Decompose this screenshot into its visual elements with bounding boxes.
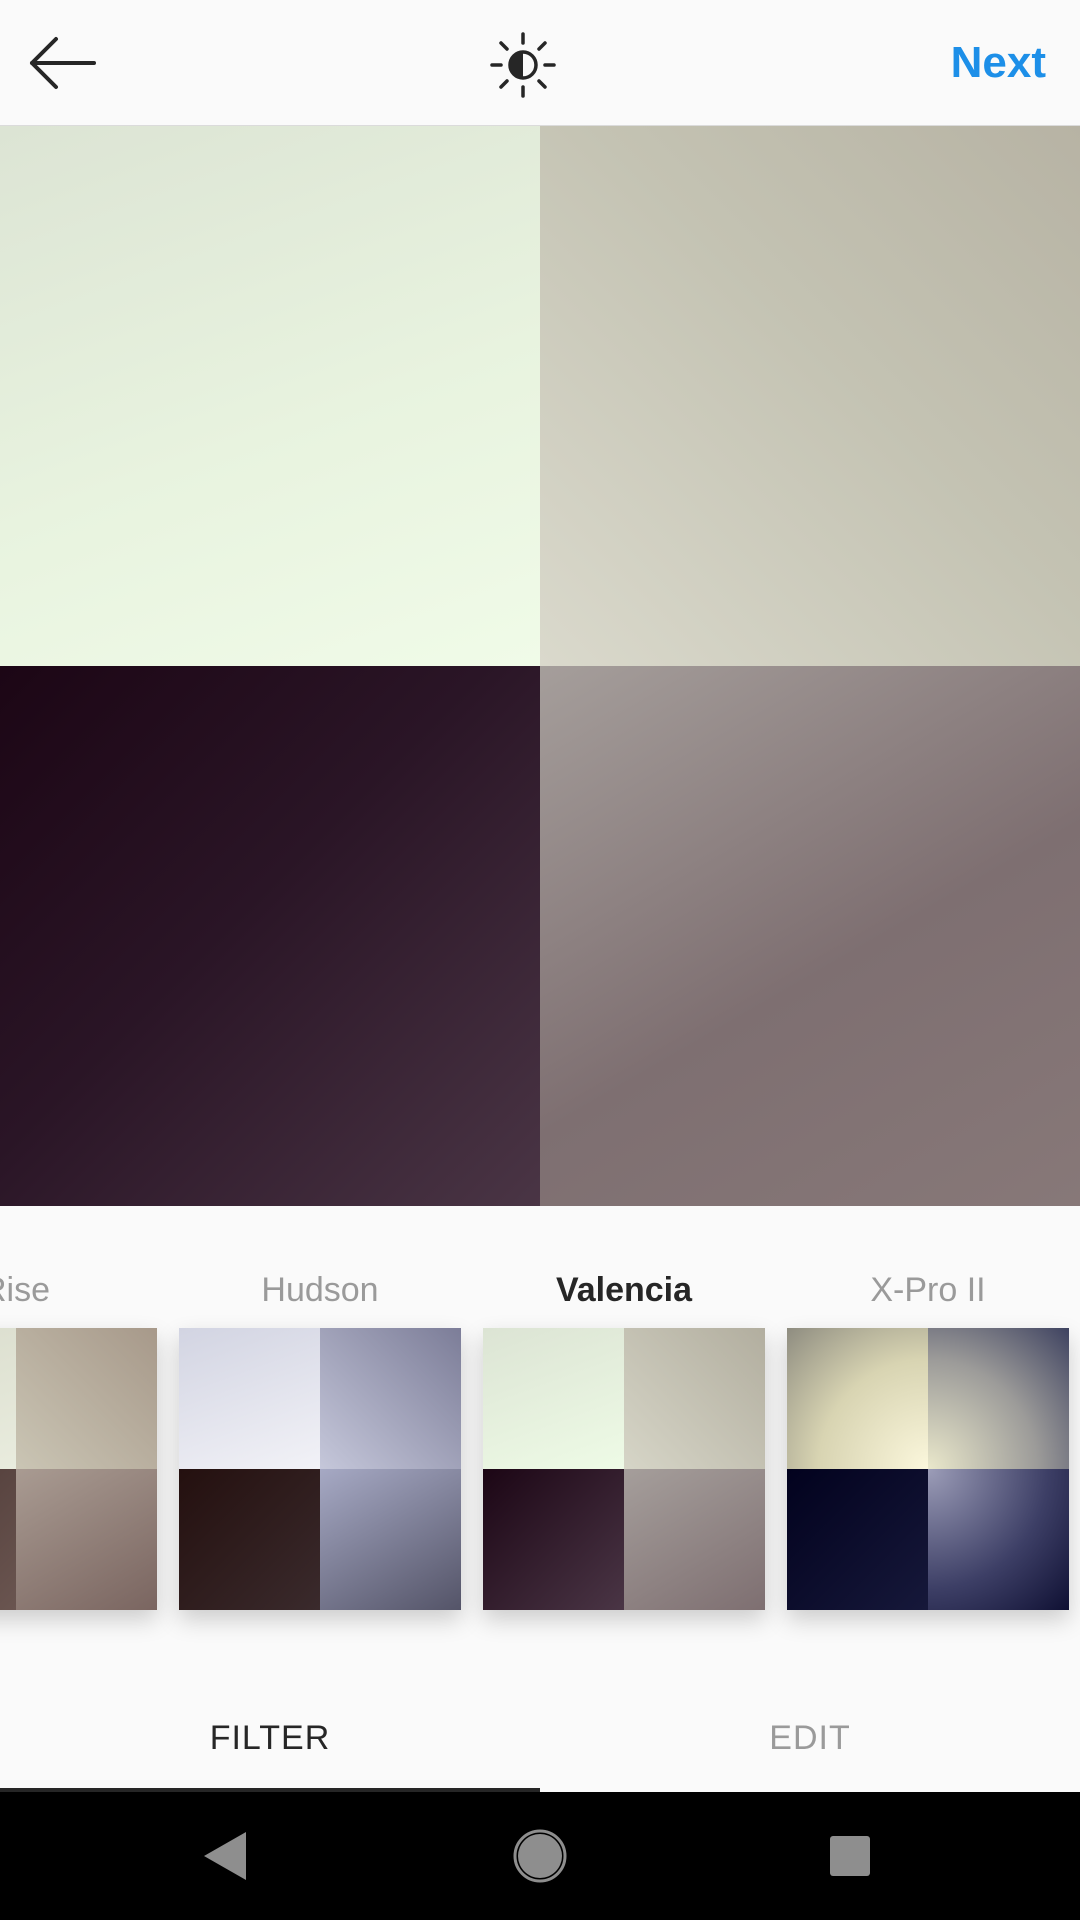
nav-home-button[interactable] (504, 1820, 576, 1892)
photo-preview[interactable] (0, 126, 1080, 1206)
preview-top-left (0, 126, 540, 666)
system-nav-bar (0, 1792, 1080, 1920)
filter-thumbnail (0, 1328, 157, 1610)
lux-button[interactable] (488, 30, 558, 100)
nav-home-icon (513, 1829, 567, 1883)
filter-label: Valencia (555, 1271, 693, 1309)
nav-back-icon (204, 1832, 246, 1880)
filter-item-hudson[interactable]: Hudson (179, 1206, 461, 1646)
tab-filter[interactable]: FILTER (0, 1646, 540, 1792)
brightness-icon (490, 32, 556, 98)
filter-thumbnail (179, 1328, 461, 1610)
nav-recents-icon (830, 1836, 870, 1876)
filter-strip: Rise Hudson Valencia X-Pro II (0, 1206, 1080, 1646)
next-button[interactable]: Next (951, 36, 1046, 90)
tab-bar: FILTER EDIT (0, 1646, 1080, 1792)
filter-item-valencia[interactable]: Valencia (483, 1206, 765, 1646)
filter-label: X-Pro II (870, 1271, 986, 1309)
top-bar: Next (0, 0, 1080, 126)
filter-label: Hudson (261, 1271, 379, 1309)
preview-bottom-left (0, 666, 540, 1206)
filter-label: Rise (0, 1271, 51, 1309)
filter-thumbnail (787, 1328, 1069, 1610)
back-button[interactable] (22, 28, 102, 98)
tab-edit[interactable]: EDIT (540, 1646, 1080, 1792)
preview-bottom-right (540, 666, 1080, 1206)
arrow-left-icon (30, 37, 96, 89)
filter-item-rise[interactable]: Rise (0, 1206, 157, 1646)
filter-item-xpro-ii[interactable]: X-Pro II (787, 1206, 1069, 1646)
filter-thumbnail (483, 1328, 765, 1610)
nav-back-button[interactable] (190, 1820, 262, 1892)
nav-recents-button[interactable] (814, 1820, 886, 1892)
preview-top-right (540, 126, 1080, 666)
